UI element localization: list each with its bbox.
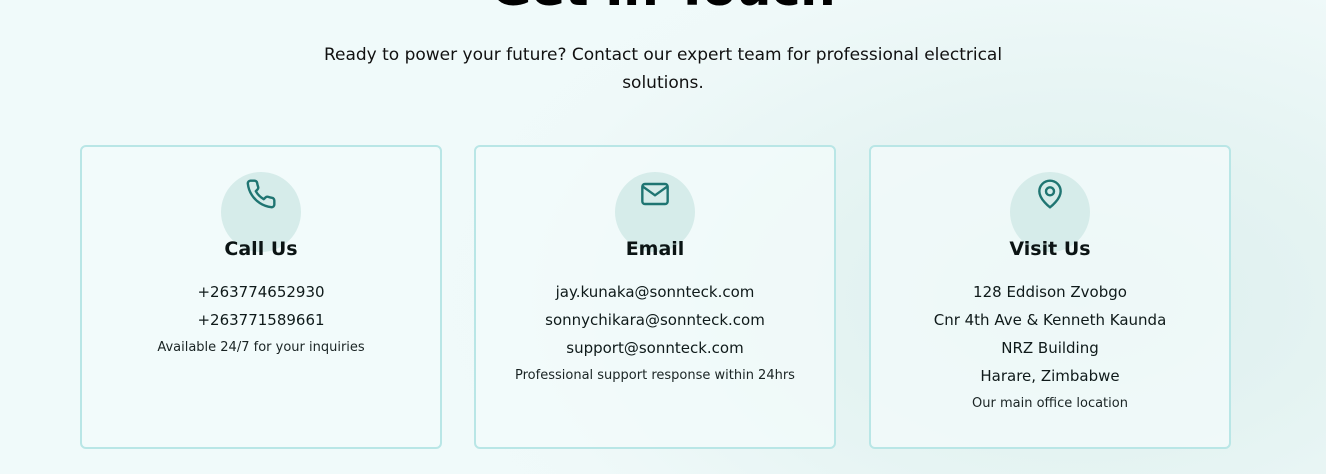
address-line: Cnr 4th Ave & Kenneth Kaunda xyxy=(933,311,1167,329)
mail-icon xyxy=(641,182,669,206)
call-us-card: Call Us +263774652930 +263771589661 Avai… xyxy=(80,145,442,449)
card-details: 128 Eddison Zvobgo Cnr 4th Ave & Kenneth… xyxy=(871,278,1229,414)
phone-number-link[interactable]: +263774652930 xyxy=(82,278,440,306)
visit-us-card: Visit Us 128 Eddison Zvobgo Cnr 4th Ave … xyxy=(869,145,1231,449)
address-line: 128 Eddison Zvobgo xyxy=(973,283,1127,301)
card-title: Visit Us xyxy=(1009,238,1091,260)
card-details: +263774652930 +263771589661 Available 24… xyxy=(82,278,440,358)
card-title: Call Us xyxy=(224,238,298,260)
address-line: NRZ Building xyxy=(1001,339,1099,357)
email-link[interactable]: support@sonnteck.com xyxy=(476,334,834,362)
address-line: Harare, Zimbabwe xyxy=(980,367,1120,385)
card-title: Email xyxy=(625,238,685,260)
email-link[interactable]: sonnychikara@sonnteck.com xyxy=(476,306,834,334)
contact-cards: Call Us +263774652930 +263771589661 Avai… xyxy=(80,145,1231,449)
card-details: jay.kunaka@sonnteck.com sonnychikara@son… xyxy=(476,278,834,386)
email-link[interactable]: jay.kunaka@sonnteck.com xyxy=(476,278,834,306)
card-note: Our main office location xyxy=(972,396,1128,411)
phone-number-link[interactable]: +263771589661 xyxy=(82,306,440,334)
section-title: Get In Touch xyxy=(0,0,1326,14)
card-note: Available 24/7 for your inquiries xyxy=(157,340,365,355)
section-subtitle: Ready to power your future? Contact our … xyxy=(323,45,1003,93)
email-card: Email jay.kunaka@sonnteck.com sonnychika… xyxy=(474,145,836,449)
map-pin-icon xyxy=(1038,179,1062,209)
card-note: Professional support response within 24h… xyxy=(515,368,795,383)
phone-icon xyxy=(246,179,276,209)
